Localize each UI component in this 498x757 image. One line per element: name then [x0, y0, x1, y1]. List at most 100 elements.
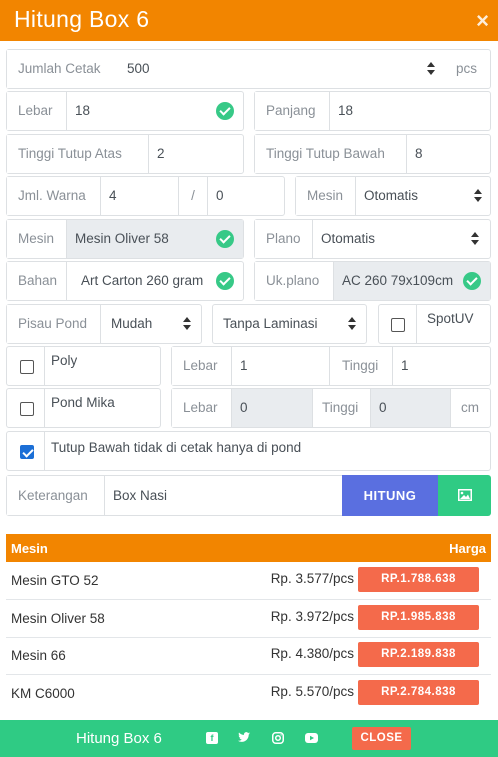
jumlah-cetak-label: Jumlah Cetak [7, 50, 101, 88]
close-icon[interactable]: × [476, 8, 489, 34]
tinggi-tutup-bawah-value: 8 [415, 146, 423, 161]
plano-select-icon [469, 220, 481, 258]
pond-mika-unit: cm [450, 389, 490, 427]
header-harga: Harga [449, 541, 486, 556]
row-per-pcs: Rp. 3.972/pcs [270, 609, 354, 624]
image-icon [458, 489, 472, 501]
poly-tinggi-value[interactable]: 1 [393, 347, 409, 385]
laminasi-select[interactable]: Tanpa Laminasi [212, 304, 367, 344]
row-mesin: Mesin 66 [11, 648, 66, 663]
poly-field[interactable]: Poly [6, 346, 161, 386]
laminasi-select-icon [346, 305, 358, 343]
table-row: Mesin GTO 52 Rp. 3.577/pcs RP.1.788.638 [6, 562, 491, 600]
modal-title: Hitung Box 6 [14, 6, 150, 32]
uk-plano-label: Uk.plano [255, 262, 334, 300]
lebar-label: Lebar [7, 92, 67, 130]
mesin-label: Mesin [7, 220, 67, 258]
spotuv-checkbox[interactable] [391, 318, 405, 332]
row-per-pcs: Rp. 3.577/pcs [270, 571, 354, 586]
jml-warna-value2[interactable]: 0 [208, 177, 224, 215]
jml-warna-value[interactable]: 4 [101, 177, 179, 215]
jumlah-cetak-value: 500 [127, 61, 150, 76]
plano-label: Plano [255, 220, 313, 258]
poly-lebar-value[interactable]: 1 [232, 347, 330, 385]
row-total-button[interactable]: RP.2.189.838 [358, 642, 479, 667]
mesin-valid-icon [216, 230, 234, 248]
row-per-pcs: Rp. 5.570/pcs [270, 684, 354, 699]
pisau-pond-select-icon [181, 305, 193, 343]
jml-warna-field[interactable]: Jml. Warna 4 / 0 [6, 176, 285, 216]
uk-plano-valid-icon [463, 272, 481, 290]
modal-footer: Hitung Box 6 f CLOSE [0, 720, 498, 757]
results-table-header: Mesin Harga [6, 534, 491, 562]
jml-warna-label: Jml. Warna [7, 177, 101, 215]
row-mesin: KM C6000 [11, 686, 75, 701]
mesin-select-value: Otomatis [364, 188, 419, 203]
jumlah-cetak-select-icon [425, 50, 437, 88]
panjang-value: 18 [338, 103, 354, 118]
bahan-field[interactable]: Bahan Art Carton 260 gram [6, 261, 244, 301]
table-row: Mesin 66 Rp. 4.380/pcs RP.2.189.838 [6, 637, 491, 675]
plano-value: Otomatis [321, 231, 376, 246]
twitter-icon[interactable] [238, 732, 250, 743]
panjang-label: Panjang [255, 92, 330, 130]
jumlah-cetak-unit: pcs [456, 61, 478, 76]
image-button[interactable] [438, 475, 491, 516]
mesin-select-icon [472, 177, 484, 215]
tinggi-tutup-bawah-field[interactable]: Tinggi Tutup Bawah 8 [254, 134, 491, 174]
tinggi-tutup-atas-value: 2 [157, 146, 165, 161]
lebar-value: 18 [75, 103, 91, 118]
keterangan-value[interactable]: Box Nasi [105, 476, 167, 515]
mesin-select-field[interactable]: Mesin Otomatis [295, 176, 491, 216]
poly-size-field[interactable]: Lebar 1 Tinggi 1 [171, 346, 491, 386]
panjang-field[interactable]: Panjang 18 [254, 91, 491, 131]
jml-warna-separator: / [179, 177, 208, 215]
bahan-valid-icon [216, 272, 234, 290]
table-row: KM C6000 Rp. 5.570/pcs RP.2.784.838 [6, 675, 491, 713]
spotuv-divider [416, 305, 417, 343]
keterangan-label: Keterangan [7, 476, 105, 515]
mesin-field[interactable]: Mesin Mesin Oliver 58 [6, 219, 244, 259]
poly-lebar-label: Lebar [172, 347, 232, 385]
close-button[interactable]: CLOSE [352, 727, 411, 750]
pisau-pond-field[interactable]: Pisau Pond Mudah [6, 304, 202, 344]
modal-header: Hitung Box 6 × [0, 0, 498, 41]
uk-plano-field[interactable]: Uk.plano AC 260 79x109cm [254, 261, 491, 301]
spotuv-field[interactable]: SpotUV [378, 304, 491, 344]
pond-mika-field[interactable]: Pond Mika [6, 388, 161, 428]
jumlah-cetak-field[interactable]: Jumlah Cetak 500 pcs [6, 49, 491, 89]
tutup-bawah-label: Tutup Bawah tidak di cetak hanya di pond [51, 440, 302, 455]
pond-mika-size-field[interactable]: Lebar 0 Tinggi 0 cm [171, 388, 491, 428]
header-mesin: Mesin [11, 541, 48, 556]
pond-mika-lebar-value[interactable]: 0 [232, 389, 312, 427]
pond-mika-label: Pond Mika [51, 395, 115, 410]
pond-mika-tinggi-value[interactable]: 0 [371, 389, 450, 427]
pond-mika-checkbox[interactable] [20, 402, 34, 416]
laminasi-value: Tanpa Laminasi [223, 316, 318, 331]
pond-mika-tinggi-label: Tinggi [312, 389, 371, 427]
poly-checkbox[interactable] [20, 360, 34, 374]
mesin-select-label: Mesin [296, 177, 356, 215]
tutup-bawah-checkbox[interactable] [20, 445, 34, 459]
pond-mika-lebar-label: Lebar [172, 389, 232, 427]
hitung-button[interactable]: HITUNG [342, 475, 438, 516]
row-per-pcs: Rp. 4.380/pcs [270, 646, 354, 661]
lebar-valid-icon [216, 102, 234, 120]
tinggi-tutup-atas-label: Tinggi Tutup Atas [7, 135, 149, 173]
row-mesin: Mesin Oliver 58 [11, 611, 105, 626]
pisau-pond-label: Pisau Pond [7, 305, 101, 343]
facebook-icon[interactable]: f [206, 732, 218, 744]
row-total-button[interactable]: RP.1.985.838 [358, 605, 479, 630]
tutup-bawah-field[interactable]: Tutup Bawah tidak di cetak hanya di pond [6, 431, 491, 471]
pisau-pond-value: Mudah [111, 316, 153, 331]
instagram-icon[interactable] [272, 732, 284, 744]
plano-field[interactable]: Plano Otomatis [254, 219, 491, 259]
bahan-label: Bahan [7, 262, 67, 300]
keterangan-field[interactable]: Keterangan Box Nasi [6, 475, 346, 516]
row-total-button[interactable]: RP.2.784.838 [358, 680, 479, 705]
poly-label: Poly [51, 353, 78, 368]
tinggi-tutup-atas-field[interactable]: Tinggi Tutup Atas 2 [6, 134, 244, 174]
lebar-field[interactable]: Lebar 18 [6, 91, 244, 131]
youtube-icon[interactable] [305, 733, 318, 743]
row-total-button[interactable]: RP.1.788.638 [358, 567, 479, 592]
